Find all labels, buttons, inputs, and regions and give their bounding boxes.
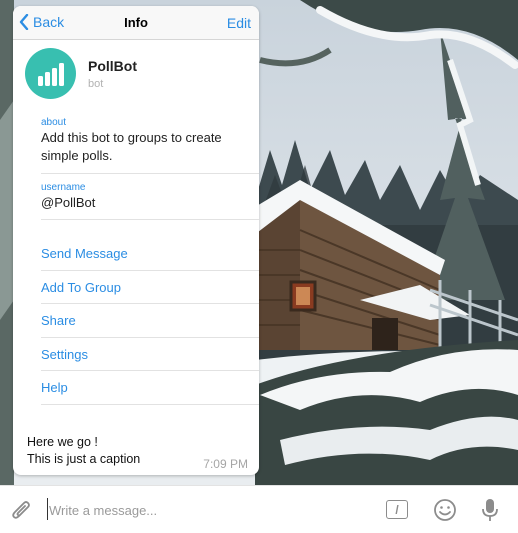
message-caption: Here we go ! This is just a caption: [27, 434, 140, 468]
username-section: username @PollBot: [41, 182, 259, 220]
slash-command-icon: /: [395, 502, 399, 517]
message-composer: /: [0, 485, 518, 533]
message-input[interactable]: [49, 499, 369, 521]
about-section: about Add this bot to groups to create s…: [41, 117, 259, 174]
help-button[interactable]: Help: [41, 371, 259, 405]
voice-record-button[interactable]: [481, 497, 499, 528]
share-button[interactable]: Share: [41, 304, 259, 338]
attach-button[interactable]: [10, 498, 32, 527]
message-timestamp: 7:09 PM: [203, 457, 248, 471]
about-text-line-2: simple polls.: [41, 148, 113, 163]
edit-button[interactable]: Edit: [227, 15, 251, 31]
text-cursor: [47, 498, 48, 520]
username-value[interactable]: @PollBot: [41, 195, 259, 211]
actions-list: Send Message Add To Group Share Settings…: [41, 237, 259, 405]
bot-info-panel: Back Info Edit PollBot bot about Add thi…: [13, 6, 259, 475]
profile-header: PollBot bot: [25, 48, 137, 99]
send-message-button[interactable]: Send Message: [41, 237, 259, 271]
navigation-bar: Back Info Edit: [13, 6, 259, 40]
about-text-line-1: Add this bot to groups to create: [41, 130, 222, 145]
back-label: Back: [33, 14, 65, 30]
message-line-2: This is just a caption: [27, 452, 141, 466]
back-button[interactable]: Back: [19, 14, 64, 30]
microphone-icon: [482, 499, 498, 521]
avatar[interactable]: [25, 48, 76, 99]
smiley-icon: [434, 499, 456, 521]
bot-subtitle: bot: [88, 77, 104, 90]
chevron-left-icon: [19, 14, 29, 30]
settings-button[interactable]: Settings: [41, 338, 259, 371]
about-label: about: [41, 117, 67, 128]
emoji-button[interactable]: [433, 498, 457, 527]
bot-name: PollBot: [88, 57, 137, 74]
paperclip-icon: [12, 501, 30, 519]
bot-commands-button[interactable]: /: [386, 500, 408, 519]
add-to-group-button[interactable]: Add To Group: [41, 271, 259, 304]
username-label: username: [41, 182, 86, 193]
bar-chart-icon: [37, 62, 64, 86]
message-line-1: Here we go !: [27, 435, 98, 449]
